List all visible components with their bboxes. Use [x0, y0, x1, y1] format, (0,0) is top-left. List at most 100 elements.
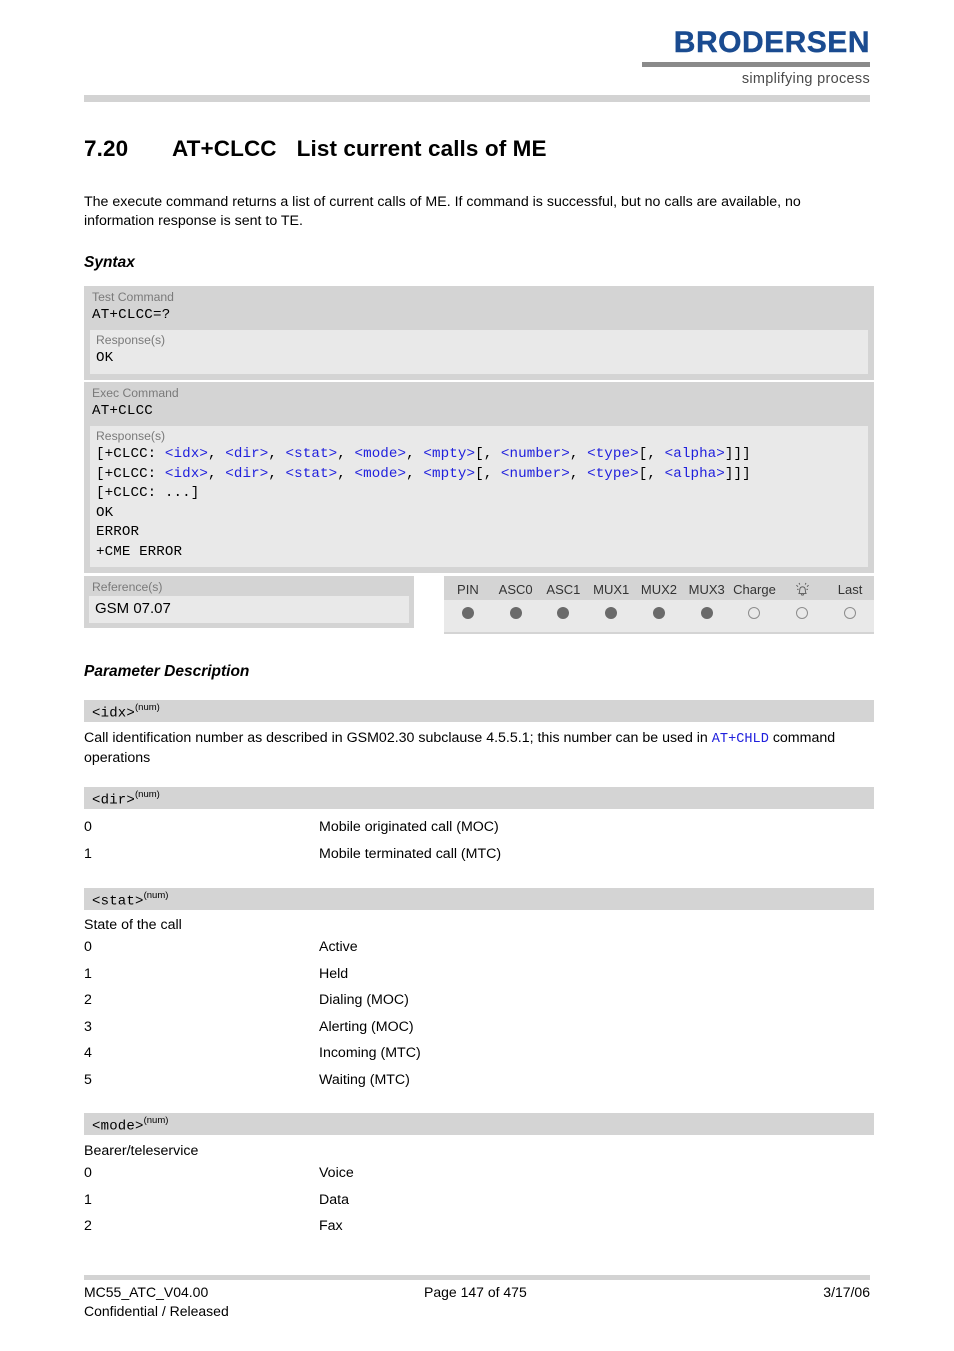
param-value-row: 2 Fax — [84, 1217, 874, 1236]
indicator-value-row — [444, 600, 874, 633]
param-header-mode: <mode>(num) — [84, 1113, 874, 1135]
indicator-col-last: Last — [837, 581, 863, 597]
status-dot — [700, 607, 713, 620]
param-header-stat: <stat>(num) — [84, 888, 874, 910]
param-value-text: Mobile terminated call (MTC) — [319, 845, 502, 862]
status-dot — [748, 607, 761, 620]
param-value-row: 2 Dialing (MOC) — [84, 991, 874, 1010]
param-value-row: 1 Held — [84, 965, 874, 984]
param-value-row: 0 Voice — [84, 1164, 874, 1183]
indicator-dot-alarm — [778, 600, 827, 633]
at-chld-link[interactable]: AT+CHLD — [712, 732, 769, 747]
param-type-idx: (num) — [135, 702, 160, 713]
page-header: BRODERSEN simplifying process — [0, 0, 954, 102]
param-value-text: Voice — [319, 1165, 354, 1181]
reference-value: GSM 07.07 — [89, 596, 409, 623]
param-header-dir: <dir>(num) — [84, 787, 874, 809]
param-type-stat: (num) — [143, 890, 169, 901]
param-name-stat: <stat> — [92, 893, 144, 910]
response-line-2: [+CLCC: <idx>, <dir>, <stat>, <mode>, <m… — [96, 465, 751, 482]
syntax-heading: Syntax — [84, 254, 135, 271]
param-value-key: 3 — [84, 1018, 92, 1035]
param-body-idx: Call identification number as described … — [84, 729, 874, 768]
param-value-row: 5 Waiting (MTC) — [84, 1071, 874, 1090]
status-dot — [509, 607, 522, 620]
param-name-dir: <dir> — [92, 792, 136, 809]
param-value-row: 1 Mobile terminated call (MTC) — [84, 845, 874, 864]
param-value-text: Held — [319, 965, 349, 982]
param-body-stat: State of the call 0 Active 1 Held 2 Dialing (M… — [84, 916, 874, 1097]
indicator-col-mux3: MUX3 — [688, 581, 725, 597]
param-name-idx: <idx> — [92, 705, 136, 722]
idx-text-before: Call identification number as described … — [84, 730, 712, 746]
footer-document: MC55_ATC_V04.00 — [84, 1284, 209, 1300]
status-dot — [796, 607, 809, 620]
indicator-col-asc0: ASC0 — [498, 581, 533, 597]
logo-divider — [642, 62, 870, 67]
status-dot — [605, 607, 618, 620]
indicator-dot-last — [826, 600, 874, 633]
indicator-col-asc1: ASC1 — [546, 581, 581, 597]
param-value-key: 4 — [84, 1045, 92, 1061]
footer-page-number: Page 147 of 475 — [424, 1284, 527, 1300]
indicator-dot-asc0 — [491, 600, 540, 633]
document-page: BRODERSEN simplifying process 7.20 AT+CLC… — [0, 0, 954, 1351]
status-dot — [461, 607, 474, 620]
param-value-key: 1 — [84, 1191, 92, 1208]
status-dot — [844, 607, 857, 620]
logo-tagline: simplifying process — [741, 71, 870, 87]
footer-row-1: MC55_ATC_V04.00 Page 147 of 475 3/17/06 — [84, 1283, 870, 1302]
param-type-dir: (num) — [135, 789, 160, 800]
indicator-dot-pin — [444, 600, 492, 633]
indicator-dot-mux1 — [587, 600, 636, 633]
indicator-col-charge: Charge — [733, 581, 776, 597]
param-header-idx: <idx>(num) — [84, 700, 874, 722]
parameter-description-heading: Parameter Description — [84, 663, 250, 680]
param-value-text: Fax — [319, 1218, 343, 1234]
test-command-block: Test Command AT+CLCC=? Response(s) OK — [84, 286, 874, 380]
alarm-icon — [795, 582, 809, 596]
exec-response-label: Response(s) — [96, 429, 166, 443]
logo-wordmark: BRODERSEN — [673, 26, 870, 59]
param-idx-text: Call identification number as described … — [84, 729, 874, 768]
param-body-mode: Bearer/teleservice 0 Voice 1 Data 2 Fax — [84, 1142, 874, 1244]
param-value-row: 0 Mobile originated call (MOC) — [84, 818, 874, 837]
exec-command-block: Exec Command AT+CLCC Response(s) [+CLCC:… — [84, 382, 874, 573]
response-line-ok: OK — [96, 504, 114, 521]
param-value-key: 0 — [84, 1165, 92, 1181]
param-value-key: 5 — [84, 1071, 92, 1088]
footer-row-2: Confidential / Released — [84, 1302, 870, 1321]
footer-date: 3/17/06 — [823, 1284, 870, 1300]
param-value-text: Mobile originated call (MOC) — [319, 819, 499, 835]
indicator-col-mux1: MUX1 — [593, 581, 630, 597]
param-value-key: 1 — [84, 965, 92, 982]
intro-paragraph: The execute command returns a list of cu… — [84, 194, 801, 229]
indicator-header-row: PIN ASC0 ASC1 MUX1 MUX2 MUX3 Charge Last — [444, 576, 874, 600]
param-value-row: 3 Alerting (MOC) — [84, 1018, 874, 1037]
param-type-mode: (num) — [143, 1115, 169, 1126]
indicator-col-mux2: MUX2 — [640, 581, 677, 597]
footer-classification: Confidential / Released — [84, 1303, 229, 1319]
section-number: 7.20 — [84, 136, 129, 161]
response-line-error: ERROR — [96, 524, 140, 540]
test-response-lines: OK — [96, 350, 114, 366]
param-value-key: 0 — [84, 939, 92, 955]
indicator-dot-charge — [730, 600, 779, 633]
indicator-dot-asc1 — [539, 600, 588, 633]
section-description: List current calls of ME — [296, 136, 547, 161]
footer-divider — [84, 1275, 870, 1280]
param-value-text: Active — [319, 939, 358, 955]
param-value-key: 2 — [84, 1218, 92, 1234]
exec-response-panel: Response(s) [+CLCC: <idx>, <dir>, <stat>… — [90, 426, 868, 567]
test-command-label: Test Command — [92, 290, 174, 304]
param-value-key: 0 — [84, 819, 92, 835]
param-value-key: 2 — [84, 992, 92, 1008]
reference-label: Reference(s) — [92, 580, 163, 594]
indicator-dot-mux3 — [682, 600, 731, 633]
page-footer: MC55_ATC_V04.00 Page 147 of 475 3/17/06 … — [84, 1283, 870, 1321]
status-dot — [557, 607, 570, 620]
exec-command-text: AT+CLCC — [92, 403, 153, 419]
indicator-table: PIN ASC0 ASC1 MUX1 MUX2 MUX3 Charge Last — [444, 576, 874, 633]
param-value-row: 0 Active — [84, 938, 874, 957]
param-value-text: Waiting (MTC) — [319, 1071, 410, 1088]
